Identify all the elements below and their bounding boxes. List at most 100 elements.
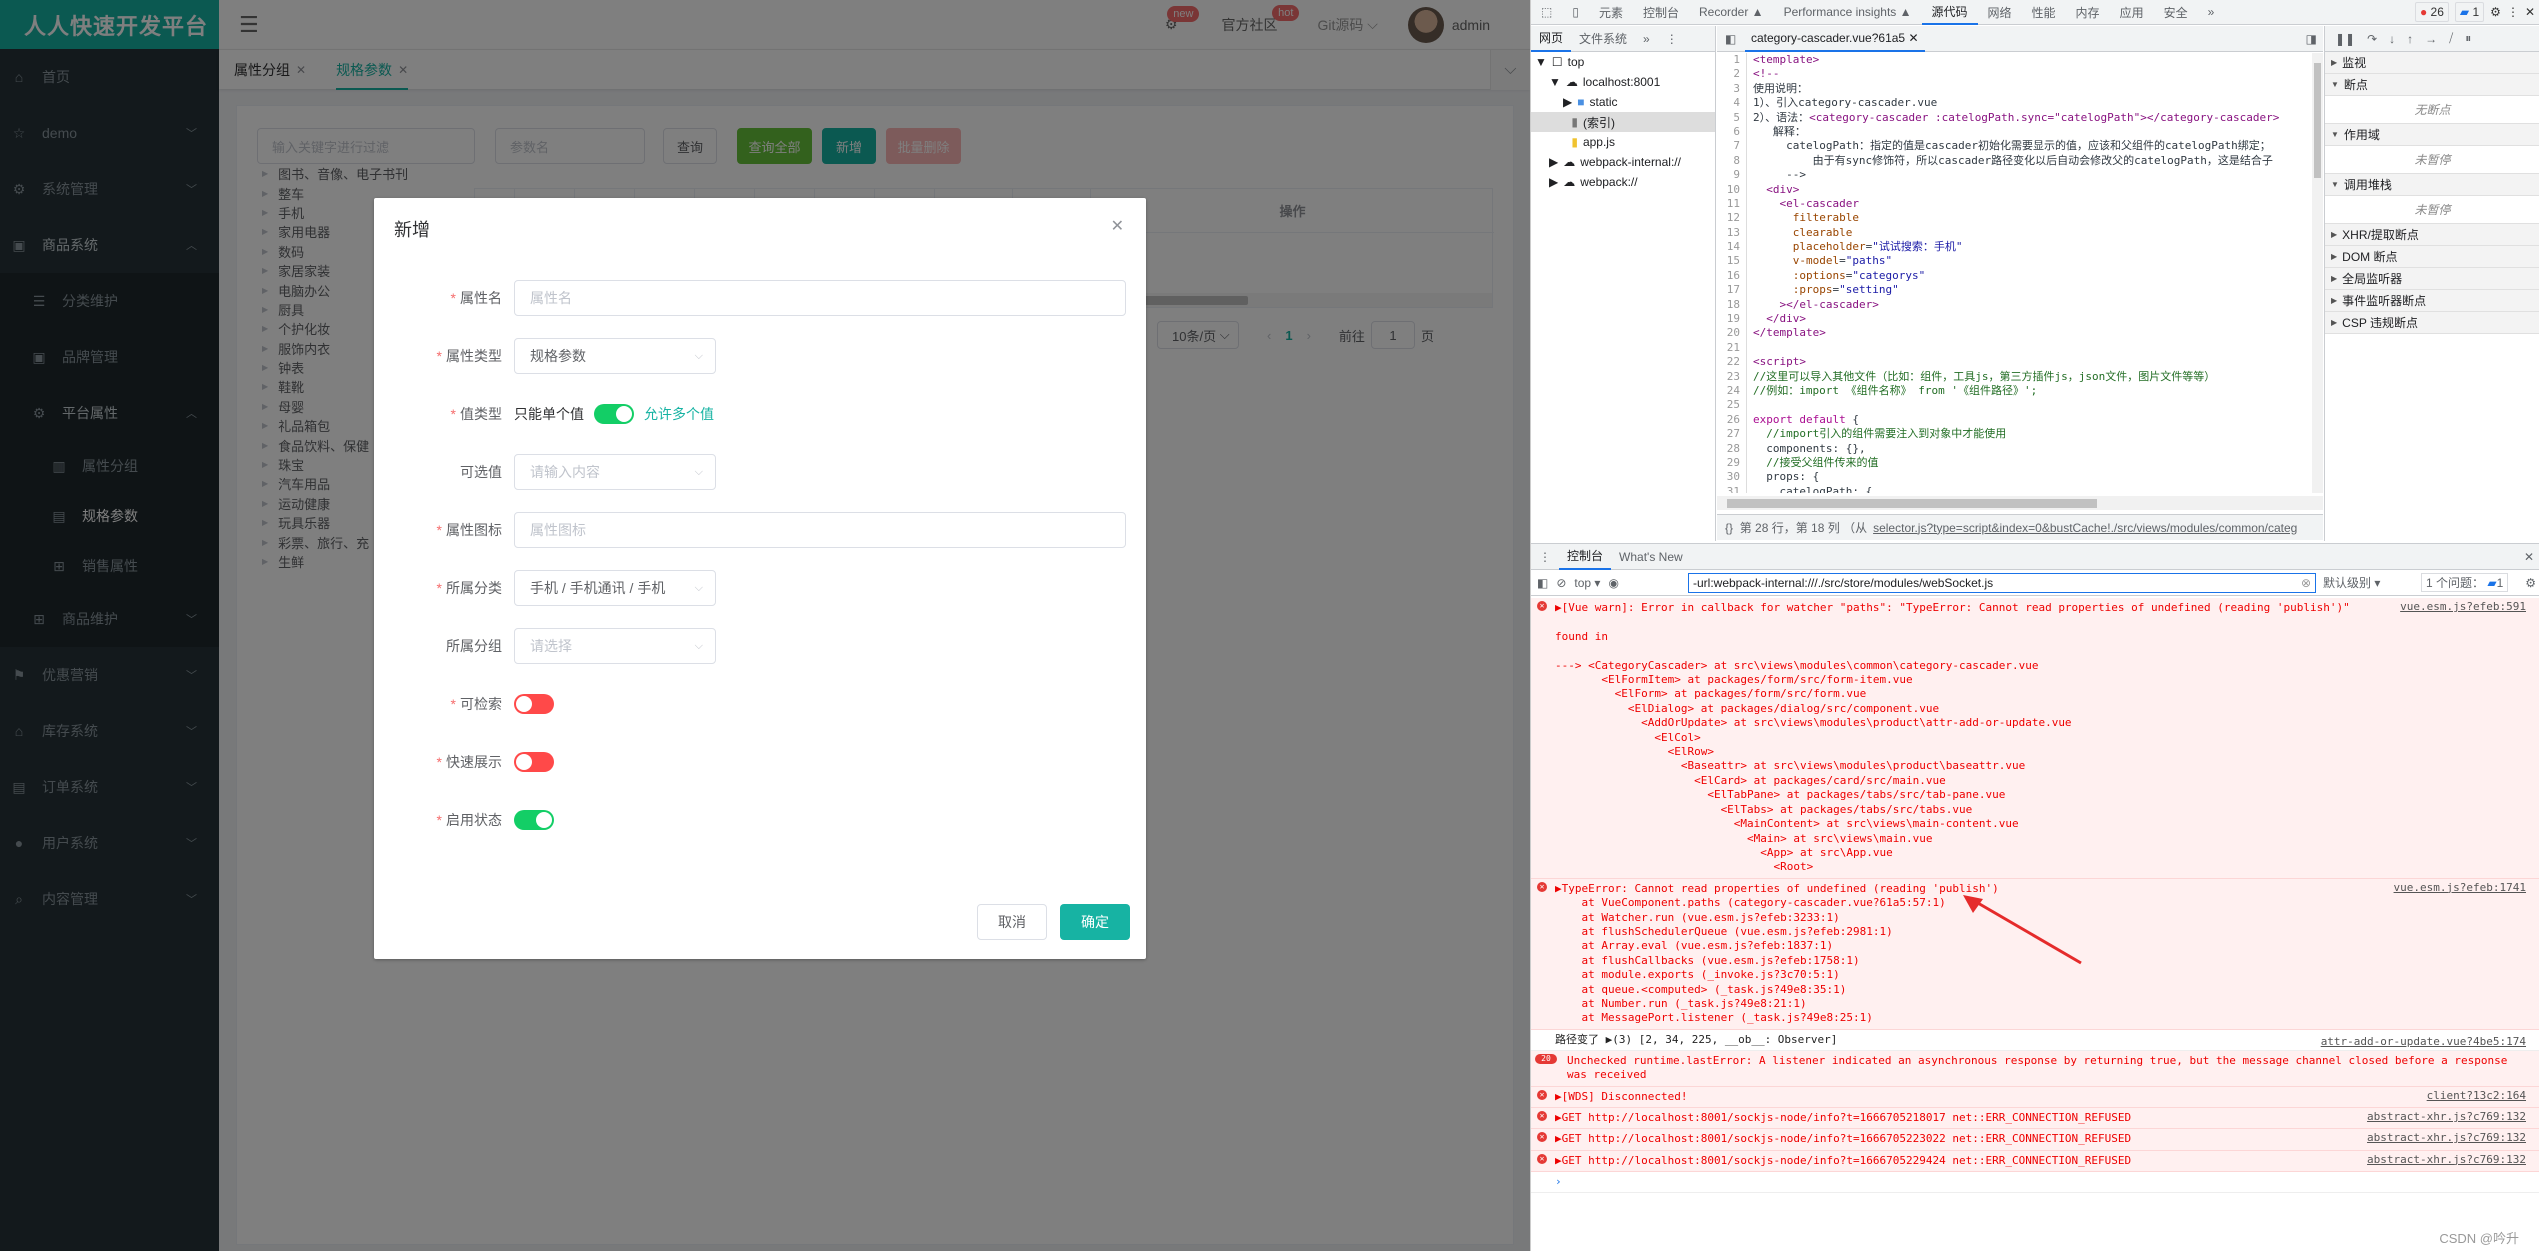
message-source-link[interactable]: client?13c2:164 [2427, 1089, 2526, 1103]
cancel-button[interactable]: 取消 [977, 904, 1047, 940]
expand-arrow-icon[interactable] [1563, 115, 1566, 129]
deactivate-breakpoints-icon[interactable]: ⧸ [2449, 31, 2453, 46]
close-drawer-icon[interactable]: ✕ [2524, 550, 2534, 564]
console-settings-icon[interactable]: ⚙ [2525, 576, 2536, 590]
message-source-link[interactable]: vue.esm.js?efeb:591 [2400, 600, 2526, 614]
console-message[interactable]: ✕ ▶[Vue warn]: Error in callback for watc… [1531, 598, 2539, 879]
devtools-tab[interactable]: » [2198, 0, 2225, 25]
pause-icon[interactable]: ❚❚ [2335, 32, 2355, 46]
file-tree-node[interactable]: ▶ ☁ webpack:// [1531, 172, 1715, 192]
expand-arrow-icon[interactable]: ▼ [1535, 55, 1547, 69]
line-number[interactable]: 15 [1717, 254, 1747, 269]
close-devtools-icon[interactable]: ✕ [2525, 5, 2535, 19]
log-level-select[interactable]: 默认级别 ▾ [2323, 574, 2380, 591]
issues-button[interactable]: 1 个问题： ▰1 [2421, 573, 2509, 592]
more-options-icon[interactable]: ⋮ [2507, 5, 2519, 19]
pretty-print-icon[interactable]: {} [1725, 521, 1733, 535]
attr-icon-input[interactable]: 属性图标 [514, 512, 1126, 548]
line-number[interactable]: 1 [1717, 53, 1747, 68]
line-number[interactable]: 24 [1717, 383, 1747, 399]
line-number[interactable]: 27 [1717, 427, 1747, 442]
editor-horizontal-scrollbar[interactable] [1717, 496, 2323, 510]
console-message[interactable]: ✕ ▶GET http://localhost:8001/sockjs-node/… [1531, 1108, 2539, 1130]
sidebar-toggle-icon[interactable]: ◧ [1537, 576, 1548, 590]
debugger-section-header[interactable]: ▶ 全局监听器 [2325, 268, 2539, 290]
devtools-tab[interactable]: 网络 [1978, 0, 2022, 25]
attr-name-input[interactable]: 属性名 [514, 280, 1126, 316]
drawer-menu-icon[interactable]: ⋮ [1531, 550, 1559, 564]
navigator-tab[interactable]: 网页 [1531, 26, 1572, 52]
line-number[interactable]: 29 [1717, 455, 1747, 471]
message-source-link[interactable]: attr-add-or-update.vue?4be5:174 [2321, 1032, 2526, 1052]
line-number[interactable]: 26 [1717, 412, 1747, 428]
debugger-section-header[interactable]: ▶ 监视 [2325, 52, 2539, 74]
step-icon[interactable]: → [2425, 32, 2437, 46]
source-map-link[interactable]: selector.js?type=script&index=0&bustCach… [1873, 521, 2297, 535]
line-number[interactable]: 31 [1717, 484, 1747, 493]
file-tree-node[interactable]: ▶ ■ static [1531, 92, 1715, 112]
enabled-switch[interactable] [514, 810, 554, 830]
devtools-tab[interactable]: 安全 [2154, 0, 2198, 25]
line-number[interactable]: 23 [1717, 369, 1747, 384]
debugger-section-header[interactable]: ▶ XHR/提取断点 [2325, 224, 2539, 246]
line-number[interactable]: 3 [1717, 81, 1747, 97]
debugger-section-header[interactable]: ▶ DOM 断点 [2325, 246, 2539, 268]
close-icon[interactable]: ✕ [1111, 216, 1124, 236]
devtools-tab[interactable]: Performance insights ▲ [1774, 0, 1922, 25]
devtools-tab[interactable]: 应用 [2110, 0, 2154, 25]
error-counter[interactable]: ● 26 [2414, 2, 2449, 22]
expand-arrow-icon[interactable]: ▶ [1549, 155, 1558, 169]
inspect-element-icon[interactable]: ⬚ [1531, 0, 1562, 25]
line-number[interactable]: 16 [1717, 268, 1747, 284]
file-tree-node[interactable]: ▼ ☁ localhost:8001 [1531, 72, 1715, 92]
more-options-icon[interactable]: ⋮ [1658, 26, 1686, 52]
expand-arrow-icon[interactable]: ▶ [1563, 95, 1572, 109]
devtools-tab[interactable]: 元素 [1589, 0, 1633, 25]
line-number[interactable]: 13 [1717, 225, 1747, 241]
line-number[interactable]: 20 [1717, 326, 1747, 341]
expand-arrow-icon[interactable] [1563, 135, 1566, 149]
live-expression-eye-icon[interactable]: ◉ [1608, 576, 1618, 590]
line-number[interactable]: 8 [1717, 153, 1747, 169]
message-source-link[interactable]: abstract-xhr.js?c769:132 [2367, 1153, 2526, 1167]
console-message[interactable]: 20 Unchecked runtime.lastError: A listene… [1531, 1050, 2539, 1087]
searchable-switch[interactable] [514, 694, 554, 714]
file-tree-node[interactable]: ▶ ☁ webpack-internal:// [1531, 152, 1715, 172]
close-icon[interactable]: ✕ [1908, 31, 1918, 45]
confirm-button[interactable]: 确定 [1060, 904, 1130, 940]
console-message[interactable]: ✕ ▶[WDS] Disconnected! client?13c2:164 [1531, 1086, 2539, 1108]
line-number[interactable]: 10 [1717, 182, 1747, 197]
devtools-tab[interactable]: 控制台 [1633, 0, 1689, 25]
file-tree-node[interactable]: ▮ app.js [1531, 132, 1715, 152]
toggle-navigator-icon[interactable]: ◧ [1725, 32, 1736, 46]
navigator-tab[interactable]: » [1635, 26, 1658, 52]
step-over-icon[interactable]: ↷ [2367, 32, 2377, 46]
drawer-tab-whats-new[interactable]: What's New [1611, 544, 1691, 570]
line-number[interactable]: 21 [1717, 340, 1747, 356]
line-number[interactable]: 4 [1717, 96, 1747, 111]
console-message[interactable]: ✕ ▶GET http://localhost:8001/sockjs-node/… [1531, 1150, 2539, 1173]
editor-vertical-scrollbar[interactable] [2312, 53, 2323, 493]
clear-console-icon[interactable]: ⊘ [1556, 576, 1566, 590]
context-select[interactable]: top ▾ [1574, 576, 1600, 590]
devtools-tab[interactable]: 源代码 [1921, 0, 1978, 25]
debugger-section-header[interactable]: ▶ CSP 违规断点 [2325, 312, 2539, 334]
devtools-tab[interactable]: 内存 [2066, 0, 2110, 25]
line-number[interactable]: 9 [1717, 168, 1747, 183]
drawer-tab-console[interactable]: 控制台 [1559, 544, 1612, 570]
expand-arrow-icon[interactable]: ▶ [1549, 175, 1558, 189]
step-out-icon[interactable]: ↑ [2407, 32, 2413, 46]
clear-filter-icon[interactable]: ⊗ [2301, 576, 2311, 590]
console-prompt[interactable]: › [1531, 1172, 2539, 1194]
line-number[interactable]: 28 [1717, 441, 1747, 456]
device-toolbar-icon[interactable]: ▯ [1562, 0, 1589, 25]
navigator-tab[interactable]: 文件系统 [1571, 26, 1635, 52]
line-number[interactable]: 18 [1717, 297, 1747, 313]
devtools-tab[interactable]: Recorder ▲ [1689, 0, 1774, 25]
attr-type-select[interactable]: 规格参数 ⌵ [514, 338, 716, 374]
console-message[interactable]: ✕ ▶GET http://localhost:8001/sockjs-node/… [1531, 1129, 2539, 1151]
line-number[interactable]: 17 [1717, 283, 1747, 298]
quick-show-switch[interactable] [514, 752, 554, 772]
category-cascader[interactable]: 手机 / 手机通讯 / 手机 ⌵ [514, 570, 716, 606]
debugger-section-header[interactable]: ▼ 调用堆栈 [2325, 174, 2539, 196]
